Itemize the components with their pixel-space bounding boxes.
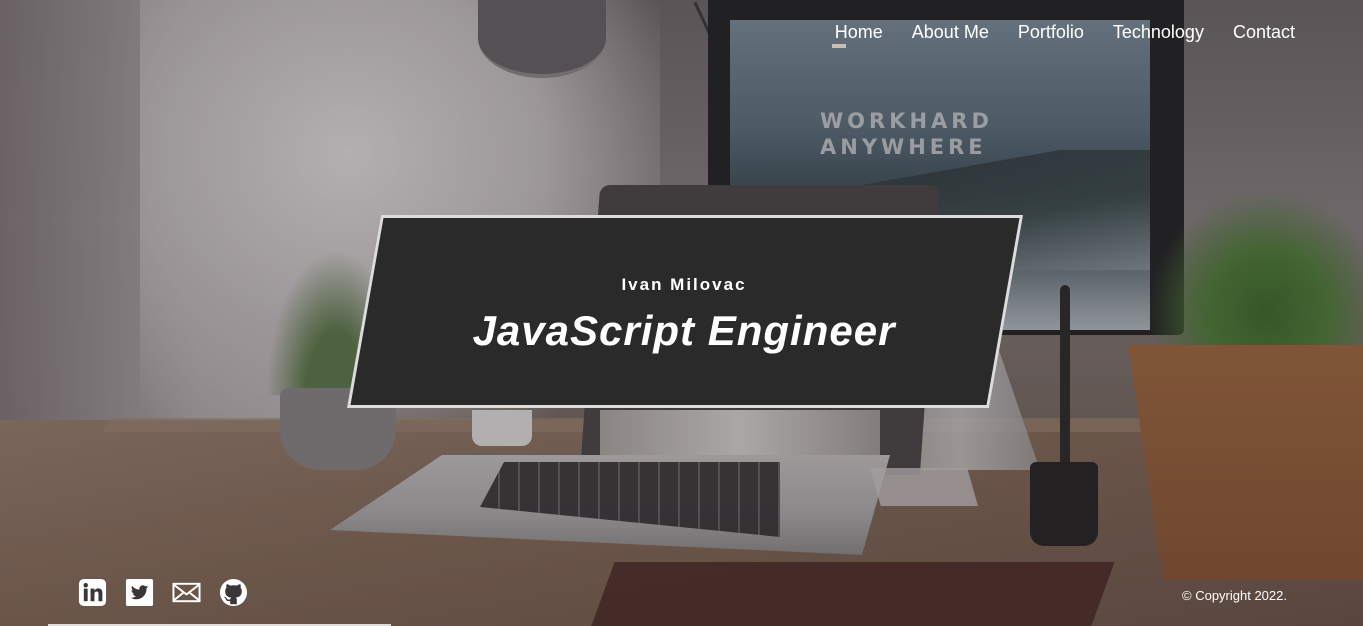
github-link[interactable] [219, 578, 248, 607]
main-nav: Home About Me Portfolio Technology Conta… [831, 20, 1295, 48]
nav-technology[interactable]: Technology [1113, 20, 1204, 44]
nav-contact[interactable]: Contact [1233, 20, 1295, 44]
mail-icon [172, 582, 201, 603]
social-links [78, 578, 248, 607]
linkedin-link[interactable] [78, 578, 107, 607]
hero-title: JavaScript Engineer [472, 307, 896, 354]
github-icon [219, 578, 248, 607]
hero-section: WORKHARD ANYWHERE Home About Me Portfoli… [0, 0, 1363, 626]
linkedin-icon [78, 578, 107, 607]
hero-name: Ivan Milovac [621, 275, 747, 294]
twitter-icon [125, 578, 154, 607]
nav-about-me[interactable]: About Me [912, 20, 989, 44]
twitter-link[interactable] [125, 578, 154, 607]
copyright-text: © Copyright 2022. [1182, 588, 1287, 603]
mail-link[interactable] [172, 578, 201, 607]
hero-banner: Ivan Milovac JavaScript Engineer [344, 215, 1024, 412]
nav-portfolio[interactable]: Portfolio [1018, 20, 1084, 44]
nav-home[interactable]: Home [831, 20, 883, 48]
